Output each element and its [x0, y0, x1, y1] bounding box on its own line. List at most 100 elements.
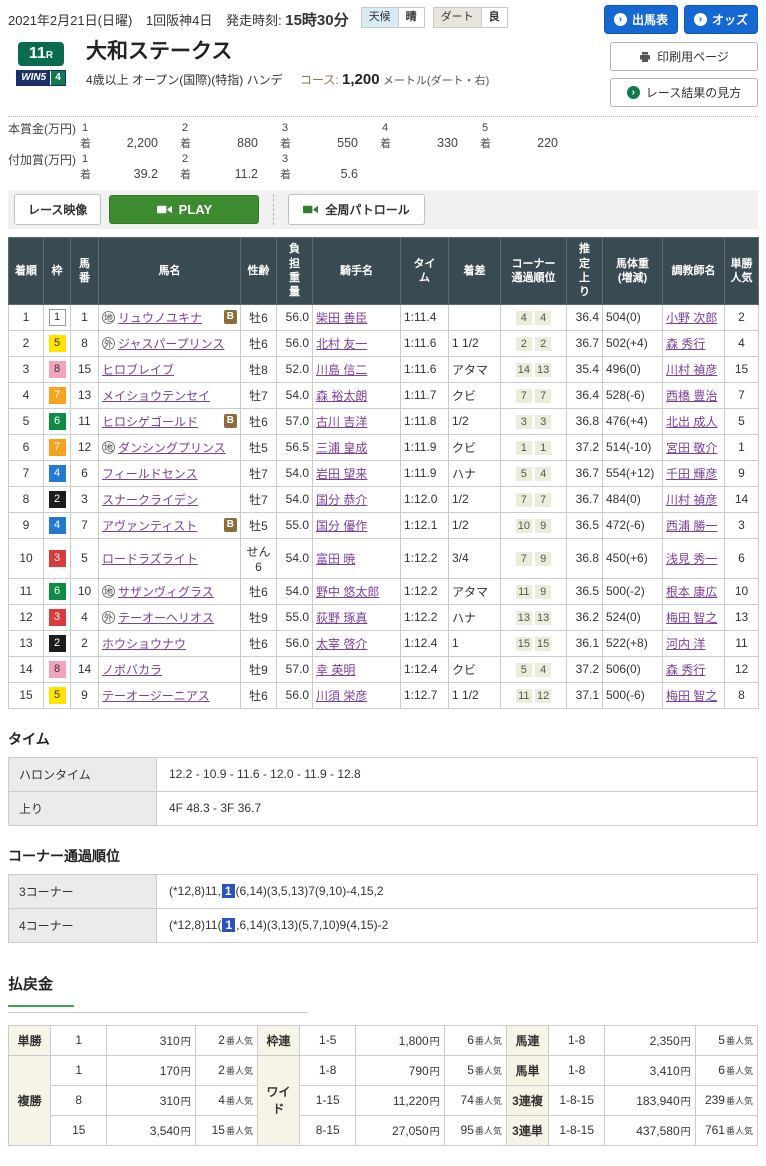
jockey-link[interactable]: 野中 悠太郎: [316, 585, 379, 599]
combo: 1-5: [300, 1025, 357, 1056]
frame-cell: 7: [43, 433, 71, 461]
last-3f-time: 36.8: [566, 407, 603, 435]
horse-name-link[interactable]: ヒロブレイブ: [102, 363, 174, 377]
results-guide-button[interactable]: › レース結果の見方: [610, 78, 758, 107]
odds-button[interactable]: › オッズ: [683, 5, 758, 34]
trainer-cell: 宮田 敬介: [662, 433, 725, 461]
jockey-link[interactable]: 国分 恭介: [316, 493, 367, 507]
trainer-link[interactable]: 千田 輝彦: [666, 467, 717, 481]
corner3-value: (*12,8)11, 1 (6,14)(3,5,13)7(9,10)-4,15,2: [156, 873, 758, 909]
last-3f-time: 36.4: [566, 381, 603, 409]
jockey-link[interactable]: 幸 英明: [316, 663, 355, 677]
horse-name-link[interactable]: アヴァンティスト: [102, 519, 197, 533]
horse-name-link[interactable]: ノボバカラ: [102, 663, 162, 677]
corner-positions: 11 12: [500, 681, 567, 709]
frame-number: 6: [48, 412, 66, 430]
weather-label: 天候: [361, 8, 398, 27]
horse-name-link[interactable]: サザンヴィグラス: [118, 585, 214, 599]
patrol-video-button[interactable]: 全周パトロール: [288, 194, 425, 226]
trainer-link[interactable]: 根本 康広: [666, 585, 717, 599]
jockey-link[interactable]: 荻野 琢真: [316, 611, 367, 625]
jockey-link[interactable]: 北村 友一: [316, 337, 367, 351]
frame-number: 5: [48, 334, 66, 352]
prize-added-row: 付加賞(万円) 1 着 39.2 2 着 11.2 3 着 5.6: [8, 153, 758, 182]
result-row: 7 4 6 フィールドセンス 牡7 54.0 岩田 望来 1:11.9 ハナ 5 4 36.7 554…: [8, 459, 759, 487]
trainer-link[interactable]: 浅見 秀一: [666, 552, 717, 566]
sex-age: 牡5: [240, 511, 277, 539]
trainer-link[interactable]: 川村 禎彦: [666, 493, 717, 507]
amount: 170円: [107, 1055, 196, 1086]
finish-position: 12: [8, 603, 44, 631]
horse-name-link[interactable]: ダンシングプリンス: [118, 441, 226, 455]
track-value: 良: [480, 8, 507, 27]
horse-name-link[interactable]: リュウノユキナ: [118, 311, 202, 325]
race-video-button[interactable]: レース映像: [14, 194, 102, 226]
play-button[interactable]: PLAY: [109, 195, 260, 225]
frame-cell: 5: [43, 329, 71, 357]
jockey-cell: 荻野 琢真: [312, 603, 401, 631]
trainer-cell: 森 秀行: [662, 655, 725, 683]
amount: 790円: [356, 1055, 445, 1086]
trainer-link[interactable]: 河内 洋: [666, 637, 705, 651]
horse-name-link[interactable]: テーオーヘリオス: [118, 611, 214, 625]
jockey-link[interactable]: 川須 栄彦: [316, 689, 367, 703]
jockey-link[interactable]: 三浦 皇成: [316, 441, 367, 455]
trainer-link[interactable]: 宮田 敬介: [666, 441, 717, 455]
jockey-link[interactable]: 川島 信二: [316, 363, 367, 377]
horse-name-link[interactable]: ジャスパープリンス: [118, 337, 224, 351]
carried-weight: 56.0: [276, 629, 313, 657]
race-conditions: 4歳以上 オープン(国際)(特指) ハンデ コース: 1,200 メートル(ダー…: [86, 71, 598, 88]
corner-table: 3コーナー (*12,8)11, 1 (6,14)(3,5,13)7(9,10)-4…: [8, 873, 758, 943]
horse-weight: 522(+8): [602, 629, 663, 657]
amount: 437,580円: [605, 1115, 696, 1146]
jockey-link[interactable]: 国分 優作: [316, 519, 367, 533]
finish-position: 10: [8, 537, 44, 579]
carried-weight: 55.0: [276, 511, 313, 539]
horse-name-link[interactable]: フィールドセンス: [102, 467, 198, 481]
jockey-link[interactable]: 富田 暁: [316, 552, 355, 566]
finish-time: 1:11.9: [400, 459, 449, 487]
printer-icon: [640, 51, 651, 62]
jockey-cell: 北村 友一: [312, 329, 401, 357]
trainer-link[interactable]: 川村 禎彦: [666, 363, 717, 377]
jockey-cell: 岩田 望来: [312, 459, 401, 487]
horse-name-link[interactable]: ロードラズライト: [102, 552, 198, 566]
result-row: 14 8 14 ノボバカラ 牡9 57.0 幸 英明 1:12.4 クビ 5 4 37.2 506(0…: [8, 655, 759, 683]
carried-weight: 56.0: [276, 681, 313, 709]
entries-button[interactable]: › 出馬表: [603, 5, 678, 34]
trainer-link[interactable]: 西浦 勝一: [666, 519, 717, 533]
jockey-cell: 川須 栄彦: [312, 681, 401, 709]
horse-name-link[interactable]: ヒロシゲゴールド: [102, 415, 198, 429]
trainer-link[interactable]: 西橋 豊治: [666, 389, 717, 403]
horse-name-link[interactable]: スナークライデン: [102, 493, 198, 507]
play-button-label: PLAY: [178, 202, 213, 218]
sex-age: 牡9: [240, 655, 277, 683]
horse-name-link[interactable]: メイショウテンセイ: [102, 389, 210, 403]
weather-value: 晴: [397, 8, 424, 27]
trainer-link[interactable]: 森 秀行: [666, 663, 705, 677]
trainer-link[interactable]: 北出 成人: [666, 415, 717, 429]
jockey-link[interactable]: 森 裕太朗: [316, 389, 367, 403]
jockey-link[interactable]: 古川 吉洋: [316, 415, 367, 429]
frame-cell: 2: [43, 629, 71, 657]
jockey-cell: 野中 悠太郎: [312, 577, 401, 605]
trainer-link[interactable]: 梅田 智之: [666, 689, 717, 703]
jockey-link[interactable]: 太宰 啓介: [316, 637, 367, 651]
amount: 3,540円: [107, 1115, 196, 1146]
print-page-button[interactable]: 印刷用ページ: [610, 42, 758, 71]
horse-name-link[interactable]: テーオージーニアス: [102, 689, 210, 703]
trainer-link[interactable]: 梅田 智之: [666, 611, 717, 625]
amount: 2,350円: [605, 1025, 696, 1056]
horse-mark-icon: 地: [102, 310, 115, 324]
trainer-cell: 河内 洋: [662, 629, 725, 657]
horse-name-link[interactable]: ホウショウナウ: [102, 637, 186, 651]
margin: クビ: [448, 655, 501, 683]
win-popularity: 8: [724, 681, 759, 709]
payout-row: 8 310円 4番人気 1-15 11,220円 74番人気 3連複 1-8-1…: [9, 1085, 758, 1116]
corner4-value: (*12,8)11(1,6,14)(3,13)(5,7,10)9(4,15)-2: [156, 907, 758, 943]
trainer-link[interactable]: 小野 次郎: [666, 311, 717, 325]
trainer-link[interactable]: 森 秀行: [666, 337, 705, 351]
jockey-link[interactable]: 岩田 望来: [316, 467, 367, 481]
jockey-link[interactable]: 柴田 善臣: [316, 311, 367, 325]
win-popularity: 3: [724, 511, 759, 539]
